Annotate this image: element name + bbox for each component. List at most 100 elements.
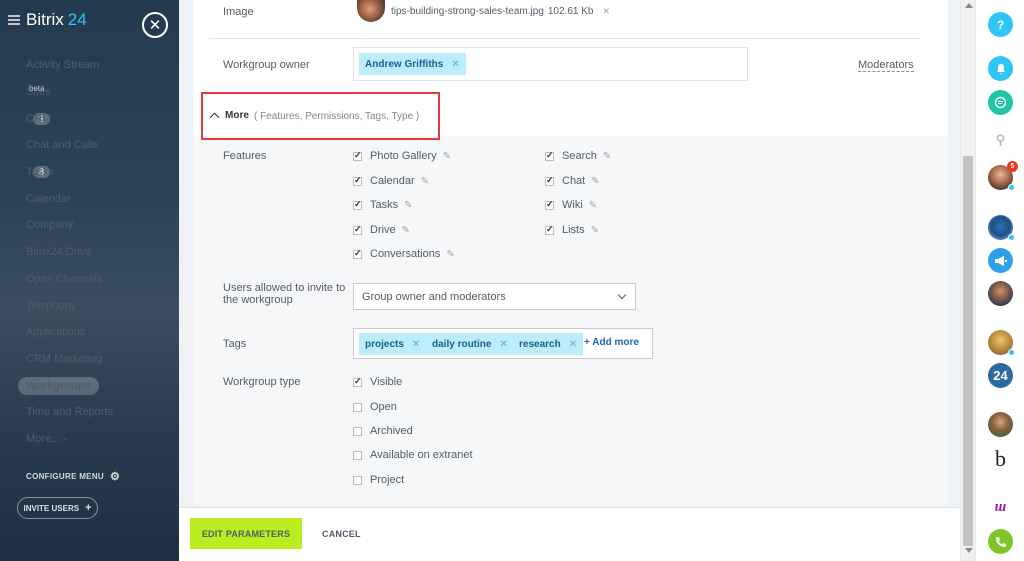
checkbox[interactable] <box>353 175 362 186</box>
b-app-icon[interactable]: b <box>988 446 1013 471</box>
checkbox[interactable] <box>353 426 362 436</box>
bell-icon[interactable] <box>988 56 1013 81</box>
pencil-icon[interactable]: ✎ <box>421 176 429 187</box>
chat-icon[interactable] <box>988 90 1013 115</box>
scroll-up-arrow-icon[interactable] <box>965 3 973 8</box>
remove-owner-icon[interactable]: ✕ <box>451 59 459 70</box>
pencil-icon[interactable]: ✎ <box>589 200 597 211</box>
remove-tag-icon[interactable]: ✕ <box>569 339 577 350</box>
feature-drive[interactable]: Drive ✎ <box>353 224 410 236</box>
contact-avatar-5[interactable] <box>988 412 1013 437</box>
menu-item-crm-marketing[interactable]: CRM Marketing <box>0 346 179 373</box>
checkbox[interactable] <box>353 199 362 210</box>
feature-calendar[interactable]: Calendar ✎ <box>353 175 429 187</box>
cancel-button[interactable]: CANCEL <box>322 529 361 539</box>
checkbox[interactable] <box>353 248 362 259</box>
pencil-icon[interactable]: ✎ <box>402 225 410 236</box>
menu-item-telephony[interactable]: Telephony <box>0 292 179 319</box>
invite-permission-select[interactable]: Group owner and moderators <box>353 283 636 310</box>
pencil-icon[interactable]: ✎ <box>443 151 451 162</box>
menu-item-open-channels[interactable]: Open Channels <box>0 266 179 293</box>
contact-avatar-3[interactable] <box>988 281 1013 306</box>
contact-avatar-4[interactable] <box>988 330 1015 356</box>
menu-item-crm[interactable]: CRM 3 <box>0 105 179 132</box>
pencil-icon[interactable]: ✎ <box>591 225 599 236</box>
menu-item-company[interactable]: Company <box>0 212 179 239</box>
feature-photo-gallery[interactable]: Photo Gallery ✎ <box>353 150 451 162</box>
more-toggle[interactable]: More <box>209 110 249 122</box>
invite-users-button[interactable]: INVITE USERS + <box>17 497 98 519</box>
pencil-icon[interactable]: ✎ <box>591 176 599 187</box>
remove-tag-icon[interactable]: ✕ <box>499 339 507 350</box>
image-thumbnail[interactable] <box>357 0 385 22</box>
checkbox[interactable] <box>545 224 554 235</box>
menu-item-time-and-reports[interactable]: Time and Reports <box>0 399 179 426</box>
tag-projects[interactable]: projects ✕ <box>359 333 427 355</box>
type-project[interactable]: Project <box>353 474 404 486</box>
owner-tag[interactable]: Andrew Griffiths ✕ <box>359 53 466 75</box>
close-slider-icon[interactable]: ✕ <box>142 12 168 38</box>
chat-glyph <box>994 96 1007 109</box>
feature-chat[interactable]: Chat ✎ <box>545 175 600 187</box>
type-visible[interactable]: Visible <box>353 376 402 388</box>
image-filename[interactable]: tips-building-strong-sales-team.jpg <box>391 6 544 17</box>
tag-daily-routine[interactable]: daily routine ✕ <box>426 333 514 355</box>
checkbox[interactable] <box>545 199 554 210</box>
pencil-icon[interactable]: ✎ <box>603 151 611 162</box>
contact-avatar-1[interactable]: 5 <box>988 161 1018 191</box>
contact-avatar-2[interactable] <box>988 215 1015 241</box>
menu-item-more[interactable]: More... - <box>0 426 179 453</box>
type-extranet[interactable]: Available on extranet <box>353 449 473 461</box>
moderators-link[interactable]: Moderators <box>858 59 914 72</box>
menu-item-label: Calendar <box>26 192 71 205</box>
feature-wiki[interactable]: Wiki ✎ <box>545 199 597 211</box>
menu-item-calendar[interactable]: Calendar <box>0 185 179 212</box>
menu-item-applications[interactable]: Applications <box>0 319 179 346</box>
pencil-icon[interactable]: ✎ <box>404 200 412 211</box>
invite-users-label: INVITE USERS <box>23 503 80 513</box>
menu-item-label: Time and Reports <box>26 406 114 419</box>
menu-item-activity-stream[interactable]: Activity Stream <box>0 52 179 79</box>
app-logo-icon[interactable]: ɯ <box>988 495 1013 520</box>
beta-mark: beta <box>29 83 45 93</box>
checkbox[interactable] <box>545 175 554 186</box>
add-more-tags-link[interactable]: + Add more <box>584 337 639 348</box>
feature-lists[interactable]: Lists ✎ <box>545 224 599 236</box>
checkbox[interactable] <box>353 402 362 412</box>
edit-parameters-button[interactable]: EDIT PARAMETERS <box>190 518 302 549</box>
bitrix24-app-label: 24 <box>993 368 1008 383</box>
owner-name: Andrew Griffiths <box>365 58 444 70</box>
menu-item-drive[interactable]: Bitrix24.Drive <box>0 239 179 266</box>
checkbox[interactable] <box>353 376 362 387</box>
remove-tag-icon[interactable]: ✕ <box>412 339 420 350</box>
phone-icon[interactable] <box>988 529 1013 554</box>
menu-item-workgroups[interactable]: Workgroups <box>0 372 179 399</box>
help-icon[interactable]: ? <box>988 12 1013 37</box>
checkbox[interactable] <box>353 150 362 161</box>
checkbox[interactable] <box>353 475 362 485</box>
checkbox[interactable] <box>545 150 554 161</box>
remove-image-icon[interactable]: ✕ <box>602 6 610 17</box>
feature-search[interactable]: Search ✎ <box>545 150 611 162</box>
tag-research[interactable]: research ✕ <box>513 333 584 355</box>
bitrix24-app-icon[interactable]: 24 <box>988 363 1013 388</box>
feature-tasks[interactable]: Tasks ✎ <box>353 199 413 211</box>
megaphone-icon[interactable] <box>988 248 1013 273</box>
scroll-down-arrow-icon[interactable] <box>965 548 973 553</box>
menu-item-chat-and-calls[interactable]: Chat and Calls <box>0 132 179 159</box>
feature-conversations[interactable]: Conversations ✎ <box>353 248 455 260</box>
menu-burger-icon[interactable] <box>8 15 20 25</box>
type-archived[interactable]: Archived <box>353 425 413 437</box>
checkbox[interactable] <box>353 224 362 235</box>
pencil-icon[interactable]: ✎ <box>446 249 454 260</box>
logo[interactable]: Bitrix 24 <box>8 10 87 30</box>
type-open[interactable]: Open <box>353 401 397 413</box>
scrollbar[interactable] <box>960 0 975 561</box>
scrollbar-thumb[interactable] <box>963 156 973 546</box>
search-icon[interactable]: ⚲ <box>988 127 1013 152</box>
menu-item-tasks[interactable]: Tasks 8 <box>0 159 179 186</box>
configure-menu-button[interactable]: CONFIGURE MENU ⚙ <box>26 470 120 483</box>
menu-item-sites[interactable]: Sites beta <box>0 79 179 106</box>
checkbox[interactable] <box>353 450 362 460</box>
gear-icon: ⚙ <box>109 471 121 483</box>
